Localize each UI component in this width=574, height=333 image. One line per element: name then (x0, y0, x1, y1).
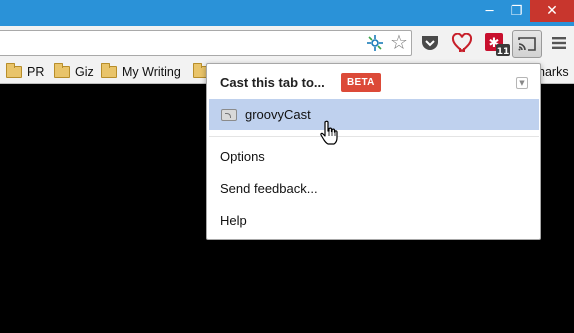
bookmark-overflow-label[interactable]: harks (538, 63, 569, 81)
star-icon[interactable]: ☆ (388, 30, 410, 54)
bookmark-label: My Writing (122, 65, 181, 79)
hand-cursor-icon (319, 120, 339, 146)
address-bar[interactable] (0, 30, 412, 56)
popup-title: Cast this tab to... (220, 75, 325, 90)
folder-icon (6, 63, 22, 78)
bookmark-folder[interactable]: PR (6, 63, 44, 81)
cast-icon[interactable] (512, 30, 542, 58)
menu-divider (209, 136, 539, 137)
bookmark-folder[interactable]: My Writing (101, 63, 181, 81)
cast-device-icon (221, 108, 237, 121)
close-button[interactable]: ✕ (530, 0, 574, 22)
folder-icon (54, 63, 70, 78)
maximize-button[interactable]: ❐ (503, 0, 530, 22)
send-feedback-menu-item[interactable]: Send feedback... (220, 181, 318, 196)
beta-badge: BETA (341, 73, 381, 92)
device-item-groovycast[interactable]: groovyCast (209, 99, 539, 130)
minimize-button[interactable]: ─ (476, 0, 503, 22)
lastpass-badge: 11 (497, 47, 510, 57)
pocket-icon[interactable] (419, 33, 441, 53)
bookmark-label: Giz (75, 65, 94, 79)
folder-icon (101, 63, 117, 78)
collapse-icon[interactable]: ▼ (516, 77, 528, 89)
help-menu-item[interactable]: Help (220, 213, 247, 228)
heart-icon[interactable] (450, 32, 474, 54)
options-menu-item[interactable]: Options (220, 149, 265, 164)
menu-icon[interactable] (548, 32, 570, 54)
window-titlebar: ─ ❐ ✕ (0, 0, 574, 26)
bookmark-label: PR (27, 65, 45, 79)
cast-popup: Cast this tab to... BETA ▼ groovyCast Op… (206, 63, 541, 240)
pin-icon[interactable] (364, 32, 386, 54)
bookmark-folder[interactable]: Giz (54, 63, 94, 81)
device-name: groovyCast (245, 107, 311, 122)
lastpass-icon[interactable]: ✱ 11 (483, 31, 511, 57)
